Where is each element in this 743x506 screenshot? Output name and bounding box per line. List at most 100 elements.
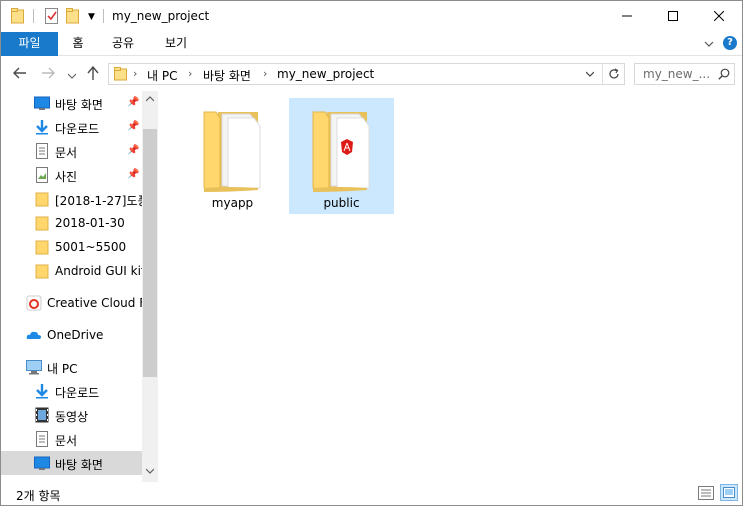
chevron-right-icon[interactable]: › <box>263 67 267 80</box>
sidebar-item-label: Android GUI kit <box>55 264 142 278</box>
sidebar-item-folder[interactable]: 5001~5500 <box>1 235 142 259</box>
address-history-icon[interactable] <box>585 70 595 79</box>
address-bar[interactable]: › 내 PC › 바탕 화면 › my_new_project <box>108 63 625 85</box>
properties-icon[interactable] <box>45 8 59 24</box>
sidebar-item-label: 동영상 <box>55 410 89 424</box>
search-input[interactable]: my_new_... <box>643 67 710 81</box>
sidebar-item-label: 바탕 화면 <box>55 458 103 472</box>
sidebar-item-label: Creative Cloud Fil <box>47 296 142 310</box>
folder-angular-icon <box>309 106 375 195</box>
sidebar-item-pictures[interactable]: 사진 📌 <box>1 163 142 187</box>
onedrive-icon <box>26 327 42 343</box>
folder-icon <box>34 191 50 207</box>
large-icons-view-icon[interactable] <box>720 484 738 501</box>
file-list: myapp public <box>159 91 742 482</box>
download-icon <box>34 119 50 135</box>
sidebar-item-downloads[interactable]: 다운로드 📌 <box>1 115 142 139</box>
sidebar-item-label: 바탕 화면 <box>55 98 103 112</box>
status-bar: 2개 항목 <box>1 482 742 505</box>
help-icon[interactable]: ? <box>723 36 737 50</box>
search-icon[interactable] <box>718 68 730 83</box>
minimize-button[interactable] <box>604 1 650 31</box>
forward-icon[interactable] <box>41 66 55 83</box>
search-box[interactable]: my_new_... <box>634 63 735 85</box>
pin-icon[interactable]: 📌 <box>127 97 139 108</box>
sidebar-item-label: OneDrive <box>47 328 104 342</box>
refresh-icon[interactable] <box>602 64 624 84</box>
scroll-up-icon[interactable] <box>145 95 155 105</box>
breadcrumb-this-pc[interactable]: 내 PC <box>147 67 177 84</box>
ribbon-tabs: 파일 홈 공유 보기 ? <box>1 32 742 56</box>
new-folder-icon[interactable] <box>66 8 80 24</box>
pin-icon[interactable]: 📌 <box>127 169 139 180</box>
tab-file[interactable]: 파일 <box>1 32 58 56</box>
scrollbar-thumb[interactable] <box>143 129 157 377</box>
folder-item-myapp[interactable]: myapp <box>180 98 285 214</box>
back-icon[interactable] <box>13 66 27 83</box>
sidebar-item-this-pc[interactable]: 내 PC <box>1 355 142 379</box>
navigation-bar: › 내 PC › 바탕 화면 › my_new_project my_new_.… <box>1 57 742 91</box>
breadcrumb-current-folder[interactable]: my_new_project <box>277 67 374 81</box>
pin-icon[interactable]: 📌 <box>127 145 139 156</box>
customize-toolbar-icon[interactable]: ▼ <box>88 12 95 28</box>
folder-item-public[interactable]: public <box>289 98 394 214</box>
sidebar-item-label: 5001~5500 <box>55 240 127 254</box>
folder-icon <box>114 67 128 84</box>
close-button[interactable] <box>696 1 742 31</box>
chevron-right-icon[interactable]: › <box>188 67 192 80</box>
sidebar-item-onedrive[interactable]: OneDrive <box>1 323 142 347</box>
sidebar-scrollbar[interactable] <box>142 91 158 482</box>
chevron-right-icon[interactable]: › <box>133 67 137 80</box>
sidebar-item-folder[interactable]: 2018-01-30 <box>1 211 142 235</box>
sidebar-item-label: 다운로드 <box>55 386 100 400</box>
folder-icon[interactable] <box>11 8 25 24</box>
explorer-window: ▼ my_new_project 파일 홈 공유 보기 ? › 내 PC › 바… <box>0 0 743 506</box>
title-bar: ▼ my_new_project <box>1 1 742 32</box>
folder-icon <box>34 263 50 279</box>
sidebar-item-label: 내 PC <box>47 362 78 376</box>
sidebar-item-creative-cloud[interactable]: Creative Cloud Fil <box>1 291 142 315</box>
download-icon <box>34 383 50 399</box>
sidebar-item-folder[interactable]: Android GUI kit <box>1 259 142 283</box>
folder-icon <box>34 215 50 231</box>
folder-icon <box>34 239 50 255</box>
sidebar-item-documents[interactable]: 문서 <box>1 427 142 451</box>
sidebar-item-videos[interactable]: 동영상 <box>1 403 142 427</box>
sidebar-item-label: 문서 <box>55 146 78 160</box>
sidebar-item-desktop[interactable]: 바탕 화면 <box>1 451 142 475</box>
item-count: 2개 항목 <box>16 489 61 503</box>
separator <box>33 9 34 23</box>
picture-icon <box>34 167 50 183</box>
sidebar-item-label: 사진 <box>55 170 78 184</box>
sidebar-item-label: 문서 <box>55 434 78 448</box>
details-view-icon[interactable] <box>698 486 714 500</box>
navigation-pane: 바탕 화면 📌 다운로드 📌 문서 📌 사진 📌 [2018-1-27]도풍 2… <box>1 91 158 482</box>
sidebar-item-desktop[interactable]: 바탕 화면 📌 <box>1 91 142 115</box>
window-title: my_new_project <box>112 9 210 23</box>
computer-icon <box>26 359 42 375</box>
separator <box>103 9 104 23</box>
expand-ribbon-icon[interactable] <box>704 38 714 52</box>
folder-name: public <box>323 196 360 210</box>
folder-name: myapp <box>211 196 254 210</box>
tab-share[interactable]: 공유 <box>100 32 146 56</box>
maximize-button[interactable] <box>650 1 696 31</box>
breadcrumb-desktop[interactable]: 바탕 화면 <box>203 67 251 84</box>
sidebar-item-folder[interactable]: [2018-1-27]도풍 <box>1 187 142 211</box>
document-icon <box>34 143 50 159</box>
scroll-down-icon[interactable] <box>145 467 155 477</box>
recent-locations-icon[interactable] <box>67 70 77 84</box>
sidebar-item-label: 다운로드 <box>55 122 100 136</box>
tab-view[interactable]: 보기 <box>151 32 201 56</box>
sidebar-item-downloads[interactable]: 다운로드 <box>1 379 142 403</box>
creative-cloud-icon <box>26 295 42 311</box>
up-icon[interactable] <box>87 65 99 83</box>
desktop-icon <box>34 95 50 111</box>
pin-icon[interactable]: 📌 <box>127 121 139 132</box>
video-icon <box>34 407 50 423</box>
desktop-icon <box>34 455 50 471</box>
tab-home[interactable]: 홈 <box>58 32 98 56</box>
sidebar-item-label: [2018-1-27]도풍 <box>55 194 142 208</box>
sidebar-item-documents[interactable]: 문서 📌 <box>1 139 142 163</box>
document-icon <box>34 431 50 447</box>
